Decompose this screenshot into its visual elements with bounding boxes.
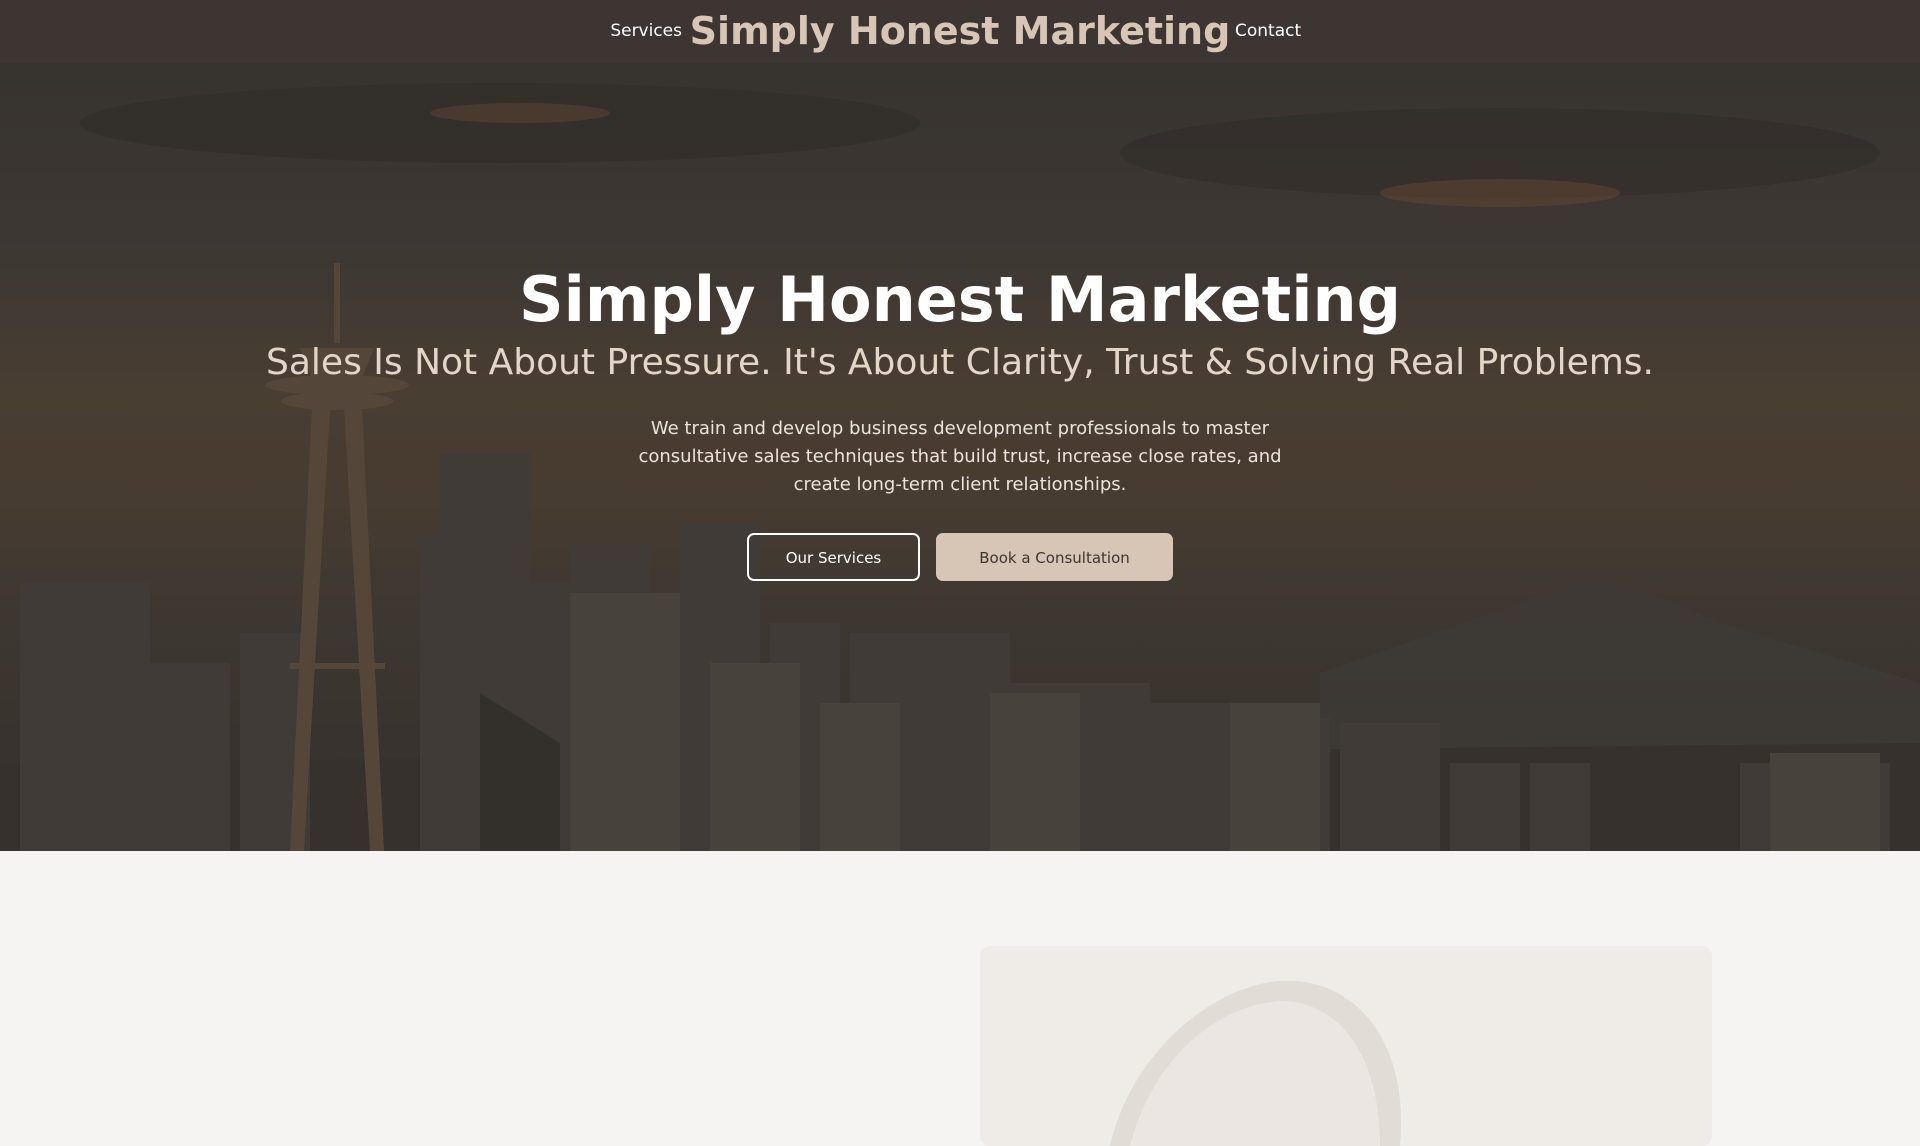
hero-section: Simply Honest Marketing Sales Is Not Abo…: [0, 63, 1920, 851]
hero-description: We train and develop business developmen…: [638, 418, 1282, 495]
book-consultation-button[interactable]: Book a Consultation: [936, 533, 1173, 581]
nav-link-contact[interactable]: Contact: [1235, 0, 1301, 63]
our-services-button[interactable]: Our Services: [747, 533, 920, 581]
nav-link-services[interactable]: Services: [610, 0, 682, 63]
hero-title: Simply Honest Marketing: [518, 263, 1402, 336]
hero-subtitle: Sales Is Not About Pressure. It's About …: [266, 342, 1654, 383]
brand-logo-text[interactable]: Simply Honest Marketing: [0, 0, 1920, 63]
portrait-image: [980, 946, 1712, 1146]
top-navigation: Services Simply Honest Marketing Contact: [0, 0, 1920, 63]
about-section: [0, 851, 1920, 1146]
